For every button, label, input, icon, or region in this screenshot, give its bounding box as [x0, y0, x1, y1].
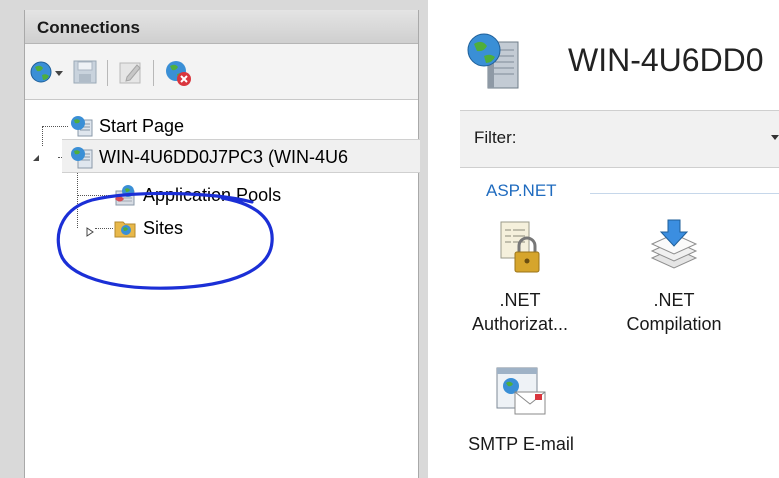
- filter-label: Filter:: [474, 128, 517, 147]
- tree-item-application-pools[interactable]: Application Pools: [113, 181, 281, 209]
- expand-triangle-icon[interactable]: [85, 224, 95, 242]
- tree-item-label: Start Page: [99, 115, 185, 136]
- connections-pane-frame: Connections Start Page WIN-4U6DD0J7PC3 (…: [0, 0, 428, 478]
- tree-line: [95, 228, 113, 229]
- feature-label: Compilation: [626, 314, 722, 334]
- filter-input[interactable]: [574, 124, 779, 154]
- tree-item-label: Application Pools: [143, 184, 282, 205]
- application-pools-icon: [113, 183, 137, 207]
- filter-bar: Filter:: [460, 110, 779, 168]
- feature-label: .NET: [653, 290, 695, 310]
- edit-icon[interactable]: [117, 58, 145, 91]
- feature-label: .NET: [499, 290, 541, 310]
- save-icon[interactable]: [71, 58, 99, 91]
- connections-pane: Connections Start Page WIN-4U6DD0J7PC3 (…: [24, 10, 420, 478]
- filter-dropdown-icon[interactable]: [771, 135, 779, 140]
- tree-item-label: Sites: [143, 217, 184, 238]
- feature-label: Authorizat...: [471, 314, 569, 334]
- server-icon: [69, 145, 93, 169]
- tree-item-sites[interactable]: Sites: [113, 214, 183, 242]
- tree-line: [77, 195, 113, 196]
- tree-line: [42, 126, 68, 127]
- tree-line: [42, 126, 43, 146]
- feature-smtp-email[interactable]: SMTP E-mail: [466, 364, 576, 456]
- connect-globe-icon[interactable]: [29, 58, 67, 91]
- tree-item-label: WIN-4U6DD0J7PC3 (WIN-4U6: [99, 146, 349, 167]
- start-page-icon: [69, 114, 93, 138]
- server-large-icon: [462, 28, 526, 97]
- sites-folder-icon: [113, 216, 137, 240]
- main-pane: WIN-4U6DD0 Filter: ASP.NET .NET Authoriz…: [428, 0, 779, 478]
- feature-net-compilation[interactable]: .NET Compilation: [616, 218, 732, 336]
- smtp-email-icon: [493, 364, 549, 422]
- feature-net-authorization[interactable]: .NET Authorizat...: [468, 218, 572, 336]
- tree-item-server[interactable]: WIN-4U6DD0J7PC3 (WIN-4U6: [69, 143, 348, 171]
- tree-item-start-page[interactable]: Start Page: [69, 112, 184, 140]
- tree-line: [77, 170, 78, 228]
- compilation-stack-icon: [646, 218, 702, 278]
- connections-toolbar: [25, 44, 418, 100]
- toolbar-separator: [107, 60, 108, 86]
- group-label-aspnet: ASP.NET: [486, 181, 557, 200]
- feature-label: SMTP E-mail: [468, 434, 574, 454]
- toolbar-separator: [153, 60, 154, 86]
- authorization-lock-icon: [495, 218, 545, 278]
- group-divider: [590, 193, 779, 194]
- connections-header: Connections: [25, 10, 418, 44]
- collapse-triangle-icon[interactable]: [31, 150, 41, 168]
- disconnect-icon[interactable]: [163, 58, 193, 93]
- page-title: WIN-4U6DD0: [568, 42, 764, 78]
